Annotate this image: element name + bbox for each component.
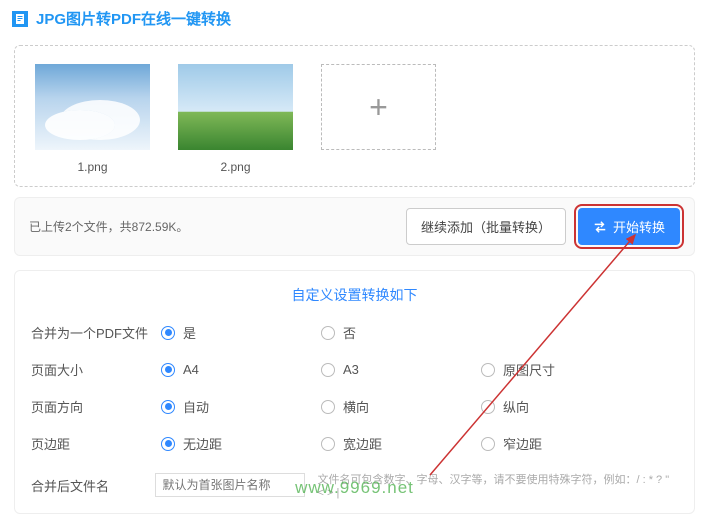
margin-none-option[interactable]: 无边距 bbox=[161, 434, 321, 453]
filename-input[interactable] bbox=[155, 473, 305, 497]
size-original-option[interactable]: 原图尺寸 bbox=[481, 360, 641, 379]
page-title: JPG图片转PDF在线一键转换 bbox=[36, 8, 231, 29]
radio-icon bbox=[481, 363, 495, 377]
start-convert-button[interactable]: 开始转换 bbox=[578, 208, 680, 245]
margin-label: 页边距 bbox=[31, 434, 161, 453]
radio-icon bbox=[321, 363, 335, 377]
margin-wide-option[interactable]: 宽边距 bbox=[321, 434, 481, 453]
document-icon bbox=[12, 11, 28, 27]
filename-label: 合并后文件名 bbox=[31, 476, 155, 495]
size-a3-option[interactable]: A3 bbox=[321, 362, 481, 377]
settings-title: 自定义设置转换如下 bbox=[31, 285, 678, 305]
orient-landscape-option[interactable]: 横向 bbox=[321, 397, 481, 416]
upload-area: 1.png 2.png + bbox=[14, 45, 695, 187]
add-more-label: 继续添加（批量转换） bbox=[421, 217, 551, 236]
thumbnail-label: 2.png bbox=[178, 160, 293, 174]
radio-icon bbox=[481, 400, 495, 414]
orient-label: 页面方向 bbox=[31, 397, 161, 416]
radio-icon bbox=[481, 437, 495, 451]
orient-portrait-option[interactable]: 纵向 bbox=[481, 397, 641, 416]
plus-icon: + bbox=[369, 91, 388, 123]
size-a4-option[interactable]: A4 bbox=[161, 362, 321, 377]
add-file-button[interactable]: + bbox=[321, 64, 436, 150]
thumbnail-item[interactable]: 2.png bbox=[178, 64, 293, 174]
filename-hint: 文件名可包含数字、字母、汉字等，请不要使用特殊字符，例如：/ : * ? " <… bbox=[317, 471, 678, 499]
thumbnail-image bbox=[35, 64, 150, 150]
orient-auto-option[interactable]: 自动 bbox=[161, 397, 321, 416]
thumbnail-image bbox=[178, 64, 293, 150]
thumbnail-label: 1.png bbox=[35, 160, 150, 174]
radio-icon bbox=[321, 400, 335, 414]
start-convert-label: 开始转换 bbox=[613, 217, 665, 236]
upload-status: 已上传2个文件，共872.59K。 bbox=[29, 218, 188, 235]
radio-icon bbox=[161, 363, 175, 377]
merge-yes-option[interactable]: 是 bbox=[161, 323, 321, 342]
margin-narrow-option[interactable]: 窄边距 bbox=[481, 434, 641, 453]
merge-label: 合并为一个PDF文件 bbox=[31, 323, 161, 342]
thumbnail-item[interactable]: 1.png bbox=[35, 64, 150, 174]
radio-icon bbox=[321, 326, 335, 340]
size-label: 页面大小 bbox=[31, 360, 161, 379]
merge-no-option[interactable]: 否 bbox=[321, 323, 481, 342]
radio-icon bbox=[321, 437, 335, 451]
radio-icon bbox=[161, 437, 175, 451]
add-more-button[interactable]: 继续添加（批量转换） bbox=[406, 208, 566, 245]
convert-icon bbox=[593, 220, 607, 234]
radio-icon bbox=[161, 400, 175, 414]
radio-icon bbox=[161, 326, 175, 340]
